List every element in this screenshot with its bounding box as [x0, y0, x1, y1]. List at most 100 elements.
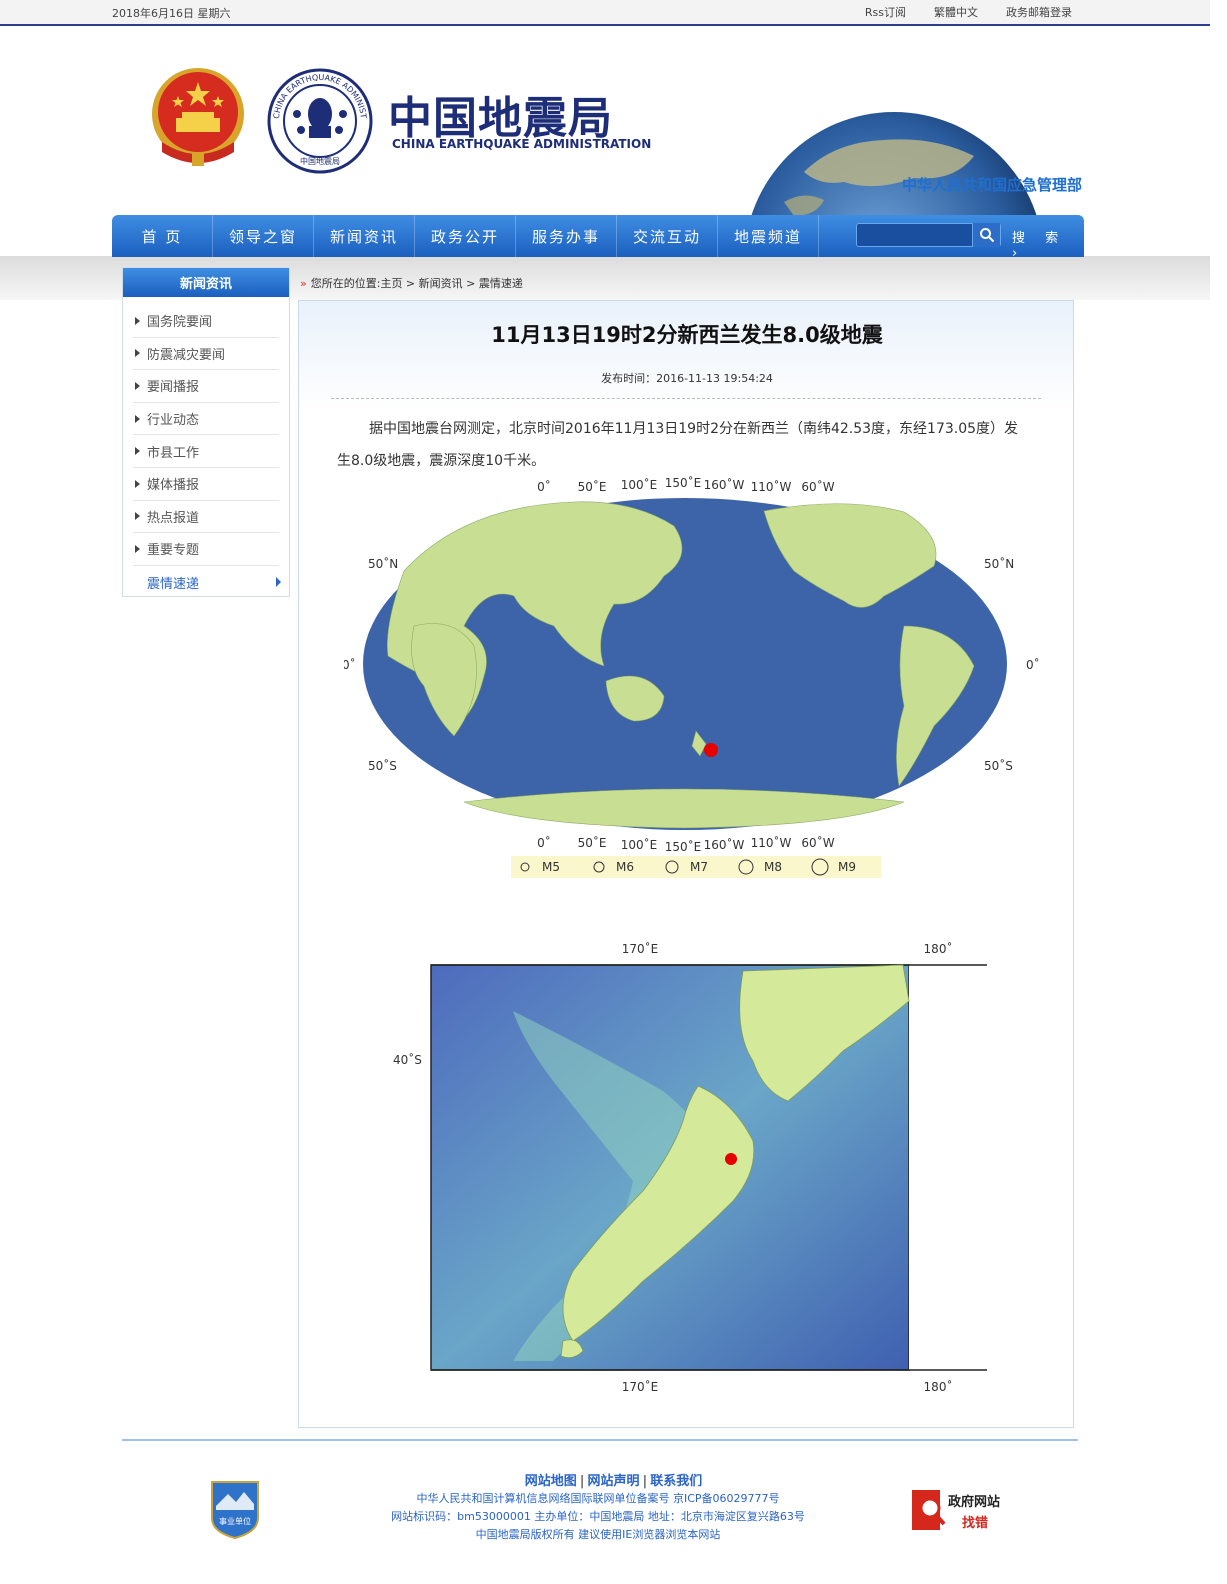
site-statement-link[interactable]: 网站声明	[587, 1474, 639, 1489]
search-label[interactable]: 搜 索 ›	[1012, 227, 1084, 261]
world-bottom-lon-label: 160˚W	[704, 837, 745, 852]
world-left-lat-label: 50˚S	[368, 758, 397, 773]
cea-seal-icon: CHINA EARTHQUAKE ADMINISTRATION 中国地震局	[267, 68, 373, 174]
sidebar-item-label: 媒体播报	[147, 478, 200, 494]
ministry-link[interactable]: 中华人民共和国应急管理部	[902, 174, 1082, 195]
nav-interaction[interactable]: 交流互动	[617, 215, 718, 257]
sidebar-item-media-broadcast[interactable]: 媒体播报	[133, 468, 279, 501]
contact-us-link[interactable]: 联系我们	[650, 1474, 702, 1489]
nav-services[interactable]: 服务办事	[516, 215, 617, 257]
world-right-lat-label: 50˚N	[984, 556, 1014, 571]
gov-mail-login-link[interactable]: 政务邮箱登录	[1006, 4, 1072, 20]
triangle-right-icon	[135, 381, 140, 390]
sidebar-item-label: 国务院要闻	[147, 315, 213, 331]
national-emblem-icon	[152, 68, 244, 166]
sidebar-item-state-council-news[interactable]: 国务院要闻	[133, 305, 279, 338]
regional-top-lon-label: 170˚E	[622, 941, 659, 956]
site-header: CHINA EARTHQUAKE ADMINISTRATION 中国地震局 中国…	[112, 30, 1084, 216]
sidebar-item-label: 行业动态	[147, 413, 200, 429]
sidebar-item-news-broadcast[interactable]: 要闻播报	[133, 370, 279, 403]
sidebar: 新闻资讯 国务院要闻 防震减灾要闻 要闻播报 行业动态 市县工作 媒体播报 热点…	[122, 267, 290, 597]
sidebar-list: 国务院要闻 防震减灾要闻 要闻播报 行业动态 市县工作 媒体播报 热点报道 重要…	[123, 297, 289, 598]
badge-right-bottom-text: 找错	[962, 1515, 988, 1531]
sidebar-item-hot-reports[interactable]: 热点报道	[133, 501, 279, 534]
regional-bottom-lon-label: 170˚E	[622, 1379, 659, 1393]
gov-site-error-report-badge[interactable]: 政府网站 找错	[910, 1488, 1010, 1532]
main-nav: 首 页 领导之窗 新闻资讯 政务公开 服务办事 交流互动 地震频道 搜 索 ›	[112, 215, 1084, 261]
world-bottom-lon-label: 60˚W	[801, 835, 834, 850]
globe-image	[751, 112, 1037, 216]
breadcrumb: » 您所在的位置:主页 > 新闻资讯 > 震情速递	[300, 275, 523, 291]
epicenter-marker	[704, 743, 718, 757]
divider	[331, 398, 1041, 399]
sitemap-link[interactable]: 网站地图	[525, 1474, 577, 1489]
article-panel: 11月13日19时2分新西兰发生8.0级地震 发布时间：2016-11-13 1…	[298, 300, 1074, 1428]
legend-item: M8	[764, 860, 782, 874]
triangle-right-icon	[135, 414, 140, 423]
legend-item: M7	[690, 860, 708, 874]
world-top-lon-label: 160˚W	[704, 477, 745, 492]
world-map-image: 0˚ 50˚E 100˚E 150˚E 160˚W 110˚W 60˚W 0˚ …	[344, 476, 1039, 878]
world-bottom-lon-label: 50˚E	[578, 835, 607, 850]
sidebar-item-label: 市县工作	[147, 445, 200, 461]
sidebar-item-earthquake-express[interactable]: 震情速递	[133, 566, 281, 599]
regional-left-lat-label: 40˚S	[393, 1052, 422, 1067]
sidebar-item-industry-updates[interactable]: 行业动态	[133, 403, 279, 436]
article-body: 据中国地震台网测定，北京时间2016年11月13日19时2分在新西兰（南纬42.…	[337, 421, 1019, 469]
world-top-lon-label: 0˚	[537, 479, 551, 494]
regional-map-image: 170˚E 180˚ 170˚E 180˚ 40˚S	[393, 941, 989, 1393]
site-title-en: CHINA EARTHQUAKE ADMINISTRATION	[392, 137, 652, 151]
nav-earthquake-channel[interactable]: 地震频道	[718, 215, 819, 257]
breadcrumb-text[interactable]: 您所在的位置:主页 > 新闻资讯 > 震情速递	[311, 275, 523, 291]
sidebar-heading: 新闻资讯	[123, 268, 289, 297]
triangle-right-icon	[135, 316, 140, 325]
article-title: 11月13日19时2分新西兰发生8.0级地震	[491, 323, 883, 347]
world-top-lon-label: 50˚E	[578, 479, 607, 494]
legend-item: M9	[838, 860, 856, 874]
traditional-chinese-link[interactable]: 繁體中文	[934, 4, 978, 20]
rss-link[interactable]: Rss订阅	[865, 4, 906, 20]
search-button[interactable]	[972, 223, 1000, 247]
seal-text-cn: 中国地震局	[300, 156, 340, 166]
world-bottom-lon-label: 100˚E	[621, 837, 658, 852]
world-top-lon-label: 100˚E	[621, 477, 658, 492]
world-bottom-lon-label: 110˚W	[751, 835, 792, 850]
triangle-right-icon	[135, 447, 140, 456]
nav-home[interactable]: 首 页	[112, 215, 213, 257]
date-text: 2018年6月16日 星期六	[112, 7, 231, 20]
sidebar-item-label: 要闻播报	[147, 380, 200, 396]
sidebar-item-city-county-work[interactable]: 市县工作	[133, 435, 279, 468]
world-top-lon-label: 150˚E	[665, 476, 702, 490]
sidebar-item-disaster-prevention-news[interactable]: 防震减灾要闻	[133, 338, 279, 371]
footer-address-line: 网站标识码：bm53000001 主办单位：中国地震局 地址：北京市海淀区复兴路…	[391, 1510, 805, 1523]
world-left-lat-label: 0˚	[344, 657, 356, 672]
top-bar: 2018年6月16日 星期六 Rss订阅 繁體中文 政务邮箱登录	[0, 0, 1210, 26]
active-arrow-icon	[276, 577, 281, 588]
publish-time: 发布时间：2016-11-13 19:54:24	[601, 372, 773, 385]
sidebar-item-special-topics[interactable]: 重要专题	[133, 533, 279, 566]
regional-epicenter-marker	[725, 1153, 737, 1165]
legend-item: M5	[542, 860, 560, 874]
world-bottom-lon-label: 0˚	[537, 835, 551, 850]
nav-government-affairs[interactable]: 政务公开	[415, 215, 516, 257]
nav-news[interactable]: 新闻资讯	[314, 215, 415, 257]
sidebar-item-label: 防震减灾要闻	[147, 347, 226, 363]
triangle-right-icon	[135, 349, 140, 358]
regional-bottom-lon-label: 180˚	[924, 1379, 953, 1393]
badge-right-top-text: 政府网站	[948, 1494, 1000, 1510]
footer-links: 网站地图 | 网站声明 | 联系我们	[524, 1474, 703, 1489]
regional-top-lon-label: 180˚	[924, 941, 953, 956]
triangle-right-icon	[135, 479, 140, 488]
triangle-right-icon	[135, 512, 140, 521]
sidebar-item-label: 重要专题	[147, 543, 200, 559]
footer-copyright-line: 中国地震局版权所有 建议使用IE浏览器浏览本网站	[475, 1528, 721, 1541]
breadcrumb-marker-icon: »	[300, 276, 307, 290]
world-right-lat-label: 50˚S	[984, 758, 1013, 773]
world-right-lat-label: 0˚	[1026, 657, 1039, 672]
nav-leadership[interactable]: 领导之窗	[213, 215, 314, 257]
world-top-lon-label: 110˚W	[751, 479, 792, 494]
triangle-right-icon	[135, 544, 140, 553]
top-links: Rss订阅 繁體中文 政务邮箱登录	[865, 4, 1072, 20]
legend-item: M6	[616, 860, 634, 874]
world-left-lat-label: 50˚N	[368, 556, 398, 571]
